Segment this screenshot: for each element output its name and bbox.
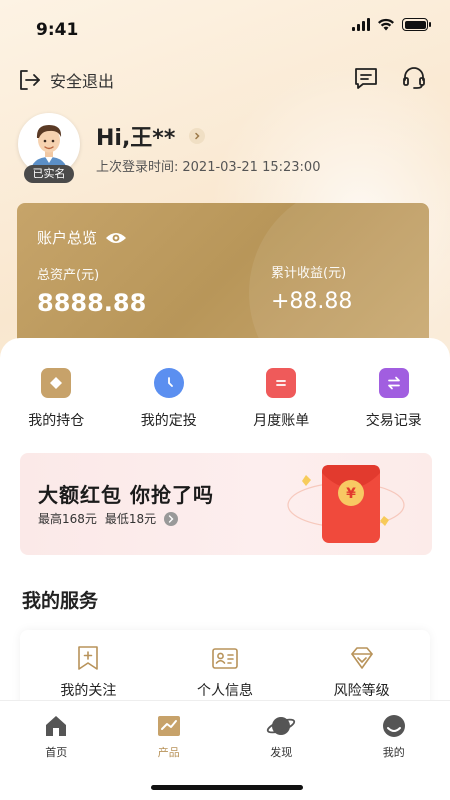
quick-action-holdings[interactable]: 我的持仓 [0,368,113,430]
profile-icon [382,715,405,737]
header-actions [352,64,428,92]
quick-action-transactions[interactable]: 交易记录 [338,368,450,430]
main-panel: 我的持仓 我的定投 月度账单 交易记录 大额红包 你抢了吗 最高168元 最低1… [0,338,450,720]
arrow-right-icon [164,511,179,526]
status-icons [352,18,431,31]
bill-icon [266,368,297,398]
cellular-signal-icon [352,18,370,31]
greeting-row[interactable]: Hi,王** [96,120,206,152]
service-label: 个人信息 [197,683,253,699]
quick-action-label: 我的定投 [140,413,197,429]
bookmark-add-icon [78,646,99,670]
quick-action-label: 我的持仓 [28,413,85,429]
quick-actions: 我的持仓 我的定投 月度账单 交易记录 [0,368,450,430]
account-title-label: 账户总览 [37,229,98,247]
account-overview-card[interactable]: 账户总览 总资产(元) 8888.88 累计收益(元) +88.88 [17,203,429,353]
total-assets-value: 8888.88 [37,289,147,317]
quick-action-auto-invest[interactable]: 我的定投 [113,368,226,430]
clock-icon [153,368,184,398]
logout-label: 安全退出 [50,72,115,91]
last-login-label: 上次登录时间: [96,160,179,175]
tab-label: 首页 [45,746,68,759]
tab-home[interactable]: 首页 [0,701,113,771]
svg-text:¥: ¥ [346,486,356,502]
service-label: 风险等级 [333,683,390,699]
battery-icon [402,18,431,31]
quick-action-label: 交易记录 [365,413,422,429]
bottom-tab-bar: 首页 产品 发现 我的 [0,700,450,800]
home-indicator [151,785,303,790]
logout-icon [20,70,40,90]
quick-action-label: 月度账单 [253,413,310,429]
chart-icon [157,716,180,736]
tab-label: 发现 [270,746,293,759]
tab-label: 产品 [157,746,180,759]
holdings-icon [41,368,72,398]
total-assets-label: 总资产(元) [37,268,100,283]
planet-icon [267,717,296,735]
quick-action-monthly-bill[interactable]: 月度账单 [225,368,338,430]
id-card-icon [212,648,238,669]
last-login-time: 2021-03-21 15:23:00 [182,160,321,175]
customer-service-button[interactable] [400,64,428,92]
cumulative-income-value: +88.88 [271,289,353,314]
diamond-icon [350,647,373,669]
account-card-title: 账户总览 [37,227,127,248]
promo-min: 最低18元 [104,512,157,526]
verified-badge: 已实名 [24,165,74,183]
profile-avatar[interactable]: 已实名 [18,113,80,183]
red-packet-promo-banner[interactable]: 大额红包 你抢了吗 最高168元 最低18元 ¥ [20,453,432,555]
tab-mine[interactable]: 我的 [338,701,450,771]
last-login-info: 上次登录时间: 2021-03-21 15:23:00 [96,156,320,175]
wifi-icon [378,18,394,31]
promo-title: 大额红包 你抢了吗 [38,483,214,507]
services-title: 我的服务 [22,590,99,612]
status-bar: 9:41 [0,0,450,56]
status-time: 9:41 [36,20,79,40]
tab-label: 我的 [382,746,405,759]
eye-icon[interactable] [105,230,127,246]
red-envelope-icon: ¥ [287,465,405,543]
promo-subtitle: 最高168元 最低18元 [38,510,179,527]
chevron-right-icon[interactable] [189,128,206,144]
home-icon [46,716,67,736]
cumulative-income-label: 累计收益(元) [271,266,347,281]
logout-button[interactable]: 安全退出 [18,68,114,92]
tabs: 首页 产品 发现 我的 [0,701,450,771]
tab-discover[interactable]: 发现 [225,701,338,771]
tab-products[interactable]: 产品 [113,701,226,771]
user-greeting: Hi,王** [96,126,176,151]
service-label: 我的关注 [60,683,117,699]
promo-max: 最高168元 [38,512,97,526]
exchange-icon [378,368,409,398]
headset-icon [403,67,425,89]
message-button[interactable] [352,64,380,92]
message-icon [355,68,377,89]
